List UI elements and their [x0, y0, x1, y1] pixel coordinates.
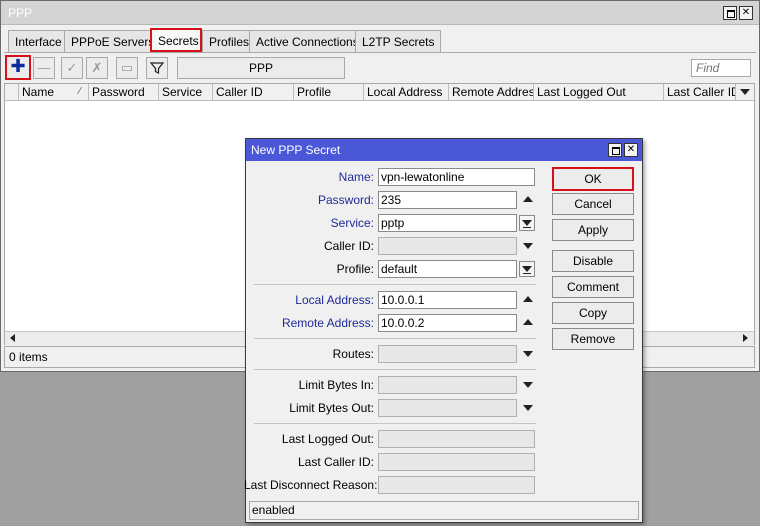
- column-menu-icon[interactable]: [735, 84, 754, 101]
- dialog-titlebar[interactable]: New PPP Secret ✕: [246, 139, 642, 161]
- items-count: 0 items: [9, 350, 48, 364]
- tab-interface[interactable]: Interface: [8, 30, 69, 52]
- ok-button[interactable]: OK: [552, 167, 634, 191]
- remove-icon[interactable]: —: [33, 57, 55, 79]
- new-ppp-secret-dialog: New PPP Secret ✕ Name: vpn-lewatonline P…: [244, 138, 643, 523]
- service-label: Service:: [330, 216, 374, 230]
- tab-profiles[interactable]: Profiles: [202, 30, 257, 52]
- column-last-caller-id[interactable]: Last Caller ID: [663, 84, 735, 101]
- name-input[interactable]: vpn-lewatonline: [378, 168, 535, 186]
- tab-secrets[interactable]: Secrets: [150, 28, 202, 52]
- limit-bytes-out-dropdown-icon[interactable]: [523, 405, 533, 411]
- column-last-logged-out[interactable]: Last Logged Out: [533, 84, 663, 101]
- separator: [254, 338, 536, 339]
- service-select[interactable]: pptp: [378, 214, 517, 232]
- column-profile[interactable]: Profile: [293, 84, 363, 101]
- service-dropdown-icon[interactable]: [519, 215, 535, 231]
- separator: [254, 423, 536, 424]
- scroll-left-icon[interactable]: [10, 334, 15, 342]
- password-label: Password:: [317, 193, 374, 207]
- last-caller-id-label: Last Caller ID:: [297, 455, 374, 469]
- limit-bytes-in-input[interactable]: [378, 376, 517, 394]
- remote-address-collapse-icon[interactable]: [523, 319, 533, 325]
- scroll-right-icon[interactable]: [743, 334, 748, 342]
- tab-pppoe-servers[interactable]: PPPoE Servers: [64, 30, 162, 52]
- local-address-input[interactable]: 10.0.0.1: [378, 291, 517, 309]
- comment-icon[interactable]: ▭: [116, 57, 138, 79]
- last-logged-out-label: Last Logged Out:: [281, 432, 374, 446]
- tab-strip-divider: [4, 52, 756, 53]
- dialog-status-bar: enabled: [249, 501, 639, 520]
- profile-dropdown-icon[interactable]: [519, 261, 535, 277]
- remote-address-label: Remote Address:: [281, 316, 374, 330]
- disable-icon[interactable]: ✗: [86, 57, 108, 79]
- column-remote-address[interactable]: Remote Address: [448, 84, 533, 101]
- password-input[interactable]: 235: [378, 191, 517, 209]
- limit-bytes-in-dropdown-icon[interactable]: [523, 382, 533, 388]
- maximize-icon[interactable]: [723, 6, 737, 20]
- enable-icon[interactable]: ✓: [61, 57, 83, 79]
- add-icon[interactable]: ✚: [5, 55, 31, 80]
- remove-button[interactable]: Remove: [552, 328, 634, 350]
- caller-id-label: Caller ID:: [323, 239, 374, 253]
- last-disconnect-reason-label: Last Disconnect Reason:: [244, 478, 378, 492]
- local-address-label: Local Address:: [295, 293, 374, 307]
- ppp-auth-accounting-button[interactable]: PPP Authentication&Accounting: [177, 57, 345, 95]
- disable-button[interactable]: Disable: [552, 250, 634, 272]
- limit-bytes-out-label: Limit Bytes Out:: [289, 401, 374, 415]
- apply-button[interactable]: Apply: [552, 219, 634, 241]
- column-caller-id[interactable]: Caller ID: [212, 84, 292, 101]
- column-password[interactable]: Password: [88, 84, 158, 101]
- last-caller-id-value: [378, 453, 535, 471]
- comment-button[interactable]: Comment: [552, 276, 634, 298]
- dialog-maximize-icon[interactable]: [608, 143, 622, 157]
- name-label: Name:: [338, 170, 374, 184]
- tab-l2tp-secrets[interactable]: L2TP Secrets: [355, 30, 442, 52]
- local-address-collapse-icon[interactable]: [523, 296, 533, 302]
- remote-address-input[interactable]: 10.0.0.2: [378, 314, 517, 332]
- ppp-titlebar[interactable]: PPP ✕: [1, 1, 759, 25]
- separator: [254, 284, 536, 285]
- routes-label: Routes:: [332, 347, 374, 361]
- last-logged-out-value: [378, 430, 535, 448]
- routes-input[interactable]: [378, 345, 517, 363]
- profile-select[interactable]: default: [378, 260, 517, 278]
- column-name[interactable]: Name: [18, 84, 88, 101]
- dialog-close-icon[interactable]: ✕: [624, 143, 638, 157]
- window-title: PPP: [8, 6, 33, 20]
- profile-label: Profile:: [336, 262, 374, 276]
- password-collapse-icon[interactable]: [523, 196, 533, 202]
- limit-bytes-in-label: Limit Bytes In:: [298, 378, 374, 392]
- tab-active-connections[interactable]: Active Connections: [249, 30, 366, 52]
- last-disconnect-reason-value: [378, 476, 535, 494]
- separator: [254, 369, 536, 370]
- sort-icon: ⁄: [79, 86, 81, 97]
- column-local-address[interactable]: Local Address: [363, 84, 448, 101]
- limit-bytes-out-input[interactable]: [378, 399, 517, 417]
- find-input[interactable]: [691, 59, 751, 77]
- dialog-title: New PPP Secret: [251, 143, 341, 157]
- caller-id-input[interactable]: [378, 237, 517, 255]
- close-icon[interactable]: ✕: [739, 6, 753, 20]
- column-service[interactable]: Service: [158, 84, 212, 101]
- copy-button[interactable]: Copy: [552, 302, 634, 324]
- caller-id-dropdown-icon[interactable]: [523, 243, 533, 249]
- filter-icon[interactable]: [146, 57, 168, 79]
- routes-dropdown-icon[interactable]: [523, 351, 533, 357]
- cancel-button[interactable]: Cancel: [552, 193, 634, 215]
